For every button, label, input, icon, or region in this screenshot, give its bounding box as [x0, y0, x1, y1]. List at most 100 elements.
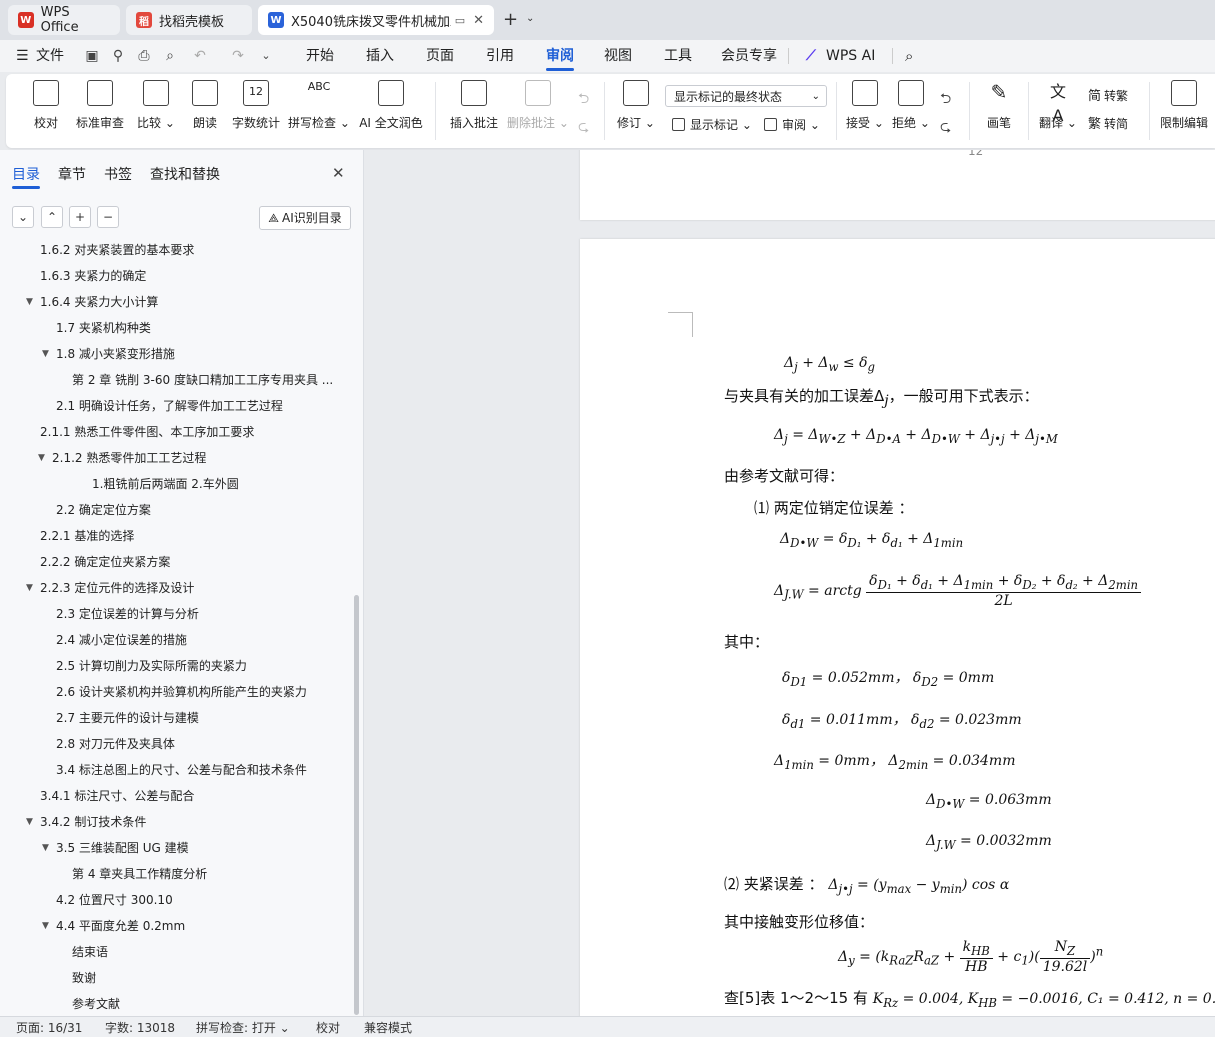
toc-item[interactable]: 2.2.2 确定定位夹紧方案 [40, 552, 170, 572]
toc-item[interactable]: 1.粗铣前后两端面 2.车外圆 [92, 474, 239, 494]
word-count-indicator[interactable]: 字数: 13018 [105, 1019, 175, 1036]
menu-insert[interactable]: 插入 [366, 40, 394, 72]
toc-item[interactable]: 2.1.2 熟悉零件加工工艺过程 [52, 448, 206, 468]
menu-start[interactable]: 开始 [306, 40, 334, 72]
wps-ai-icon[interactable]: ⟋ [806, 40, 816, 72]
spell-check-button[interactable]: ABC 拼写检查 ⌄ [288, 80, 350, 142]
collapse-up-button[interactable]: ⌃ [41, 206, 63, 228]
toc-item[interactable]: 第 4 章夹具工作精度分析 [72, 864, 207, 884]
toc-item[interactable]: 2.6 设计夹紧机构并验算机构所能产生的夹紧力 [56, 682, 307, 702]
redo-icon[interactable]: ↷ [230, 48, 246, 64]
print-preview-icon[interactable]: ⌕ [162, 48, 178, 64]
expand-caret-icon[interactable]: ▼ [26, 817, 33, 827]
expand-caret-icon[interactable]: ▼ [42, 843, 49, 853]
standard-review-button[interactable]: 标准审查 [72, 80, 128, 142]
toc-item[interactable]: 2.1.1 熟悉工件零件图、本工序加工要求 [40, 422, 254, 442]
reject-button[interactable]: 拒绝 ⌄ [892, 80, 930, 142]
toc-item[interactable]: 3.4 标注总图上的尺寸、公差与配合和技术条件 [56, 760, 307, 780]
compare-button[interactable]: 比较 ⌄ [134, 80, 178, 142]
proof-indicator[interactable]: 校对 [316, 1019, 340, 1036]
toc-item[interactable]: 3.4.2 制订技术条件 [40, 812, 146, 832]
expand-caret-icon[interactable]: ▼ [26, 583, 33, 593]
toc-item[interactable]: 1.8 减小夹紧变形措施 [56, 344, 175, 364]
current-page[interactable]: Δj + Δw ≤ δg 与夹具有关的加工误差Δj，一般可用下式表示： Δj =… [580, 239, 1215, 1016]
toc-item[interactable]: 2.5 计算切削力及实际所需的夹紧力 [56, 656, 247, 676]
toc-item[interactable]: 2.7 主要元件的设计与建模 [56, 708, 199, 728]
toc-item[interactable]: 参考文献 [72, 994, 120, 1014]
share-icon[interactable]: ⚲ [110, 48, 126, 64]
toc-item[interactable]: 2.3 定位误差的计算与分析 [56, 604, 199, 624]
toc-item[interactable]: 3.5 三维装配图 UG 建模 [56, 838, 189, 858]
accept-button[interactable]: 接受 ⌄ [846, 80, 884, 142]
more-chevron-icon[interactable]: ⌄ [258, 48, 274, 64]
tab-bookmarks[interactable]: 书签 [104, 164, 132, 184]
review-pane-button[interactable]: 审阅 ⌄ [764, 114, 820, 136]
to-simplified-button[interactable]: 繁转简 [1088, 113, 1128, 135]
toc-item[interactable]: 1.7 夹紧机构种类 [56, 318, 151, 338]
read-aloud-button[interactable]: 朗读 [186, 80, 224, 142]
menu-reference[interactable]: 引用 [486, 40, 514, 72]
close-tab-icon[interactable]: ✕ [473, 13, 484, 28]
prev-change-icon[interactable]: ⮌ [940, 88, 951, 112]
prev-comment-icon[interactable]: ⮌ [578, 88, 589, 112]
toc-item[interactable]: 4.4 平面度允差 0.2mm [56, 916, 185, 936]
toc-item[interactable]: 2.4 减小定位误差的措施 [56, 630, 187, 650]
revise-button[interactable]: 修订 ⌄ [616, 80, 656, 142]
tab-wps-office[interactable]: W WPS Office [8, 5, 120, 35]
remove-heading-button[interactable]: − [97, 206, 119, 228]
menu-file[interactable]: 文件 [36, 40, 64, 72]
toc-item[interactable]: 2.2 确定定位方案 [56, 500, 151, 520]
next-change-icon[interactable]: ⮎ [940, 116, 951, 140]
toc-item[interactable]: 4.2 位置尺寸 300.10 [56, 890, 173, 910]
show-marks-button[interactable]: 显示标记 ⌄ [672, 114, 752, 136]
toc-item[interactable]: 1.6.2 对夹紧装置的基本要求 [40, 240, 194, 260]
page-indicator[interactable]: 页面: 16/31 [16, 1019, 82, 1036]
toc-item[interactable]: 第 2 章 铣削 3-60 度缺口精加工工序专用夹具 ... [72, 370, 333, 390]
new-tab-icon[interactable]: + [503, 9, 518, 30]
print-icon[interactable]: ⎙ [136, 48, 152, 64]
toc-item[interactable]: 致谢 [72, 968, 96, 988]
toc-scrollbar[interactable] [354, 595, 359, 1015]
menu-view[interactable]: 视图 [604, 40, 632, 72]
search-icon[interactable]: ⌕ [905, 40, 913, 72]
expand-caret-icon[interactable]: ▼ [42, 349, 49, 359]
add-heading-button[interactable]: + [69, 206, 91, 228]
menu-page[interactable]: 页面 [426, 40, 454, 72]
toc-item[interactable]: 3.4.1 标注尺寸、公差与配合 [40, 786, 194, 806]
toc-item[interactable]: 2.2.1 基准的选择 [40, 526, 134, 546]
next-comment-icon[interactable]: ⮎ [578, 116, 589, 140]
undo-icon[interactable]: ↶ [192, 48, 208, 64]
hamburger-icon[interactable]: ☰ [16, 40, 29, 72]
pen-button[interactable]: ✎ 画笔 [982, 80, 1016, 142]
tab-find-replace[interactable]: 查找和替换 [150, 164, 220, 184]
translate-button[interactable]: 文A 翻译 ⌄ [1038, 80, 1078, 142]
expand-caret-icon[interactable]: ▼ [42, 921, 49, 931]
menu-member[interactable]: 会员专享 [721, 40, 777, 72]
toc-item[interactable]: 1.6.3 夹紧力的确定 [40, 266, 146, 286]
close-icon[interactable]: ✕ [332, 164, 345, 182]
expand-caret-icon[interactable]: ▼ [26, 297, 33, 307]
word-count-button[interactable]: 12 字数统计 [228, 80, 284, 142]
monitor-icon[interactable]: ▭ [455, 14, 465, 27]
to-traditional-button[interactable]: 简转繁 [1088, 85, 1128, 107]
tab-document[interactable]: W X5040铣床拨叉零件机械加工 ▭ ✕ [258, 5, 494, 35]
tab-toc[interactable]: 目录 [12, 164, 40, 184]
ai-toc-button[interactable]: ⟁ AI识别目录 [259, 206, 351, 230]
toc-item[interactable]: 2.8 对刀元件及夹具体 [56, 734, 175, 754]
markup-state-select[interactable]: 显示标记的最终状态 ⌄ [665, 85, 827, 107]
menu-tools[interactable]: 工具 [664, 40, 692, 72]
collapse-down-button[interactable]: ⌄ [12, 206, 34, 228]
restrict-edit-button[interactable]: 限制编辑 [1158, 80, 1210, 142]
menu-wps-ai[interactable]: WPS AI [826, 40, 875, 72]
insert-comment-button[interactable]: 插入批注 [448, 80, 500, 142]
chevron-down-icon[interactable]: ⌄ [526, 13, 534, 24]
tab-docer[interactable]: 稻 找稻壳模板 [126, 5, 252, 35]
toc-item[interactable]: 2.1 明确设计任务，了解零件加工工艺过程 [56, 396, 283, 416]
delete-comment-button[interactable]: 删除批注 ⌄ [506, 80, 570, 142]
toc-item[interactable]: 2.2.3 定位元件的选择及设计 [40, 578, 194, 598]
expand-caret-icon[interactable]: ▼ [38, 453, 45, 463]
toc-item[interactable]: 结束语 [72, 942, 108, 962]
proof-button[interactable]: 校对 [28, 80, 64, 142]
ai-polish-button[interactable]: AI 全文润色 [358, 80, 424, 142]
tab-sections[interactable]: 章节 [58, 164, 86, 184]
